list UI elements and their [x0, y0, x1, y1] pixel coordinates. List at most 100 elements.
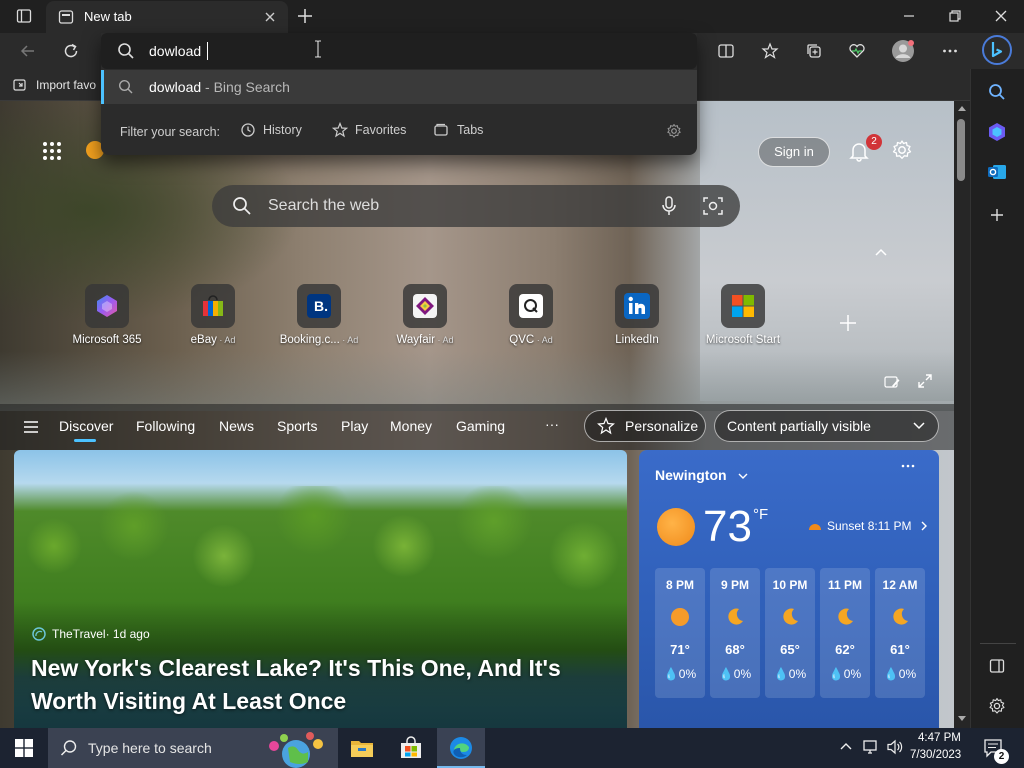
web-search-box[interactable]: Search the web — [212, 185, 740, 227]
settings-more-icon[interactable] — [941, 42, 959, 60]
hourly-forecast-item[interactable]: 10 PM 65° 💧0% — [765, 568, 815, 698]
expand-fullscreen-icon[interactable] — [917, 373, 933, 389]
add-quick-link-icon[interactable] — [839, 314, 857, 332]
quick-link-booking[interactable]: B. Booking.c... · Ad — [266, 284, 372, 346]
search-suggestion-item[interactable]: dowload - Bing Search — [101, 70, 697, 104]
raindrop-icon: 💧 — [773, 667, 789, 681]
volume-icon[interactable] — [886, 739, 904, 755]
quick-link-linkedin[interactable]: LinkedIn — [584, 284, 690, 346]
page-settings-gear-icon[interactable] — [891, 139, 913, 161]
hourly-forecast-item[interactable]: 8 PM 71° 💧0% — [655, 568, 705, 698]
scroll-up-arrow-icon[interactable] — [958, 105, 966, 111]
menu-icon[interactable] — [23, 420, 39, 434]
tab-play[interactable]: Play — [341, 418, 368, 434]
content-visibility-dropdown[interactable]: Content partially visible — [714, 410, 939, 442]
tab-following[interactable]: Following — [136, 418, 195, 434]
tab-money[interactable]: Money — [390, 418, 432, 434]
sidebar-copilot-icon[interactable] — [987, 122, 1007, 142]
apps-launcher-icon[interactable] — [42, 141, 62, 161]
taskbar-clock-date[interactable]: 7/30/2023 — [910, 749, 961, 761]
microsoft-store-icon[interactable] — [399, 736, 423, 760]
minimize-icon[interactable] — [901, 8, 917, 24]
microphone-icon[interactable] — [659, 195, 679, 217]
moon-icon — [834, 606, 856, 628]
add-favorite-icon[interactable] — [761, 42, 779, 60]
sidebar-search-icon[interactable] — [988, 83, 1006, 101]
sidebar-outlook-icon[interactable] — [987, 162, 1007, 182]
new-tab-button[interactable] — [296, 7, 314, 25]
weather-more-options[interactable] — [901, 464, 915, 468]
sidebar-add-icon[interactable] — [989, 207, 1005, 223]
taskbar-edge-button[interactable] — [437, 728, 485, 768]
hide-sidebar-icon[interactable] — [989, 658, 1005, 674]
article-title[interactable]: New York's Clearest Lake? It's This One,… — [31, 652, 591, 718]
quick-link-microsoft-start[interactable]: Microsoft Start — [690, 284, 796, 346]
collapse-chevron-up-icon[interactable] — [874, 247, 888, 257]
tab-actions-icon[interactable] — [16, 8, 32, 24]
file-explorer-icon[interactable] — [350, 738, 374, 758]
split-screen-icon[interactable] — [717, 42, 735, 60]
scroll-down-arrow-icon[interactable] — [958, 716, 966, 722]
search-icon — [60, 739, 78, 757]
close-window-icon[interactable] — [993, 8, 1009, 24]
filter-history-button[interactable]: History — [240, 122, 302, 138]
bing-copilot-icon[interactable] — [982, 35, 1012, 65]
weather-card[interactable]: Newington 73 °F Sunset 8:11 PM 8 PM 71° … — [639, 450, 939, 728]
address-bar-dropdown: dowload dowload - Bing Search Filter you… — [101, 33, 697, 155]
address-bar[interactable]: dowload — [101, 33, 697, 69]
tab-gaming[interactable]: Gaming — [456, 418, 505, 434]
ebay-bag-icon — [191, 284, 235, 328]
hourly-forecast-item[interactable]: 9 PM 68° 💧0% — [710, 568, 760, 698]
tab-new-tab[interactable]: New tab — [46, 1, 288, 33]
show-hidden-icons-chevron-icon[interactable] — [839, 741, 853, 751]
edit-background-icon[interactable] — [884, 374, 900, 390]
search-icon — [117, 42, 135, 60]
back-icon[interactable] — [19, 42, 37, 60]
page-scrollbar[interactable] — [954, 101, 970, 728]
personalize-button[interactable]: Personalize — [584, 410, 706, 442]
tab-close-icon[interactable] — [262, 9, 278, 25]
sunset-icon — [809, 524, 821, 530]
import-favorites-button[interactable]: Import favo — [12, 75, 96, 95]
taskbar-search-box[interactable]: Type here to search — [48, 728, 338, 768]
refresh-icon[interactable] — [62, 42, 80, 60]
hourly-forecast-item[interactable]: 12 AM 61° 💧0% — [875, 568, 925, 698]
scrollbar-thumb[interactable] — [957, 119, 965, 181]
visual-search-icon[interactable] — [702, 195, 724, 217]
sidebar-settings-gear-icon[interactable] — [988, 697, 1006, 715]
quick-link-qvc[interactable]: QVC · Ad — [478, 284, 584, 346]
windows-start-icon[interactable] — [15, 739, 33, 757]
forecast-time: 8 PM — [665, 578, 694, 592]
moon-icon — [889, 606, 911, 628]
featured-article-card[interactable]: TheTravel · 1d ago New York's Clearest L… — [14, 450, 627, 728]
hourly-forecast-item[interactable]: 11 PM 62° 💧0% — [820, 568, 870, 698]
filter-favorites-button[interactable]: Favorites — [332, 122, 406, 138]
quick-link-label: Wayfair — [396, 334, 436, 346]
history-clock-icon — [241, 123, 255, 137]
tab-discover[interactable]: Discover — [59, 418, 113, 434]
network-icon[interactable] — [862, 739, 880, 755]
profile-avatar[interactable] — [891, 39, 915, 63]
edge-icon — [450, 737, 472, 759]
sunset-info[interactable]: Sunset 8:11 PM — [807, 519, 928, 533]
article-source[interactable]: TheTravel · 1d ago — [32, 627, 150, 641]
tab-news[interactable]: News — [219, 418, 254, 434]
collections-icon[interactable] — [805, 42, 823, 60]
filter-tabs-button[interactable]: Tabs — [433, 122, 483, 138]
tab-sports[interactable]: Sports — [277, 418, 317, 434]
current-temperature: 73 — [703, 502, 752, 551]
search-settings-gear-icon[interactable] — [666, 123, 682, 139]
taskbar-clock-time[interactable]: 4:47 PM — [918, 732, 961, 744]
quick-link-ebay[interactable]: eBay · Ad — [160, 284, 266, 346]
quick-link-microsoft-365[interactable]: Microsoft 365 — [54, 284, 160, 346]
forecast-time: 10 PM — [772, 578, 808, 592]
address-bar-input[interactable]: dowload — [149, 43, 201, 59]
weather-location[interactable]: Newington — [655, 467, 748, 483]
sign-in-button[interactable]: Sign in — [758, 137, 830, 167]
filter-favorites-label: Favorites — [355, 123, 407, 137]
more-tabs-button[interactable]: ··· — [545, 416, 559, 432]
browser-essentials-icon[interactable] — [848, 42, 866, 60]
restore-icon[interactable] — [947, 8, 963, 24]
quick-link-wayfair[interactable]: Wayfair · Ad — [372, 284, 478, 346]
forecast-time: 12 AM — [882, 578, 918, 592]
